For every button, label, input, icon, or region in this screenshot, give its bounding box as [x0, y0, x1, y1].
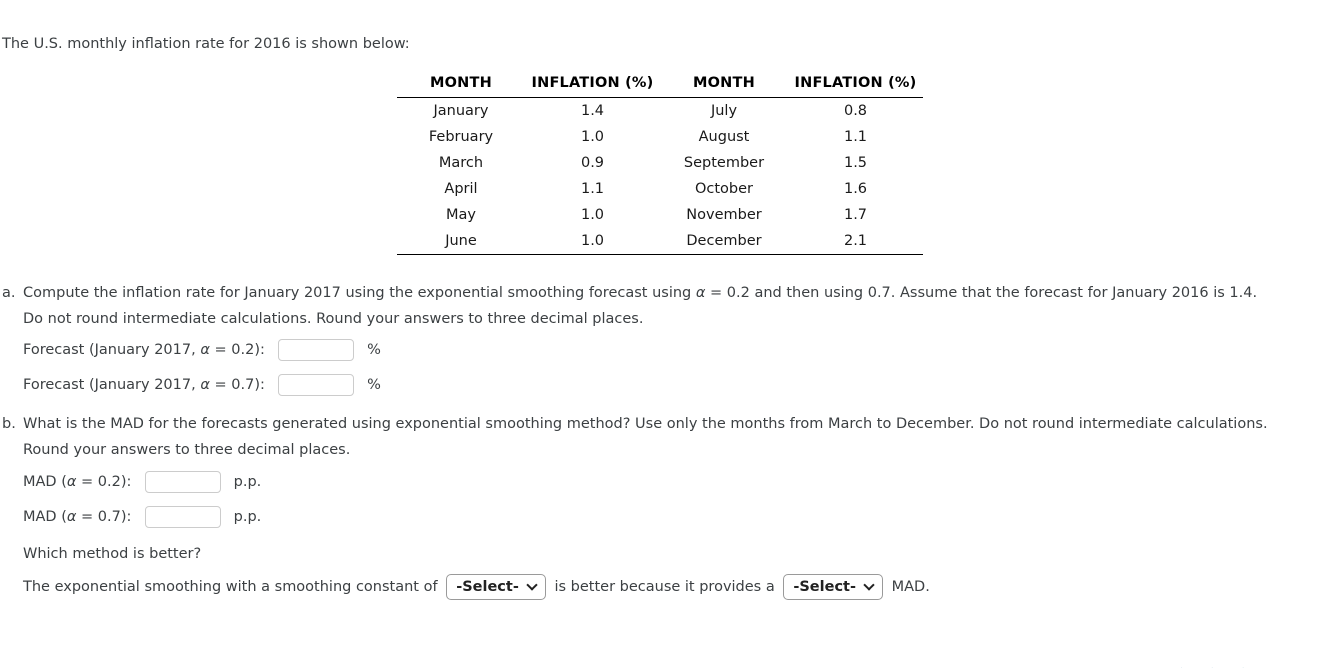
cell-inflation-2: 1.5 [843, 155, 868, 171]
mad-row-alpha-02: MAD (α = 0.2): p.p. [23, 469, 261, 495]
forecast-label-pre-2: Forecast (January 2017, [23, 377, 201, 393]
mad-unit-1: p.p. [233, 474, 262, 490]
conclusion-text-mid: is better because it provides a [554, 579, 775, 595]
which-method-question: Which method is better? [23, 546, 202, 562]
forecast-label-pre-1: Forecast (January 2017, [23, 342, 201, 358]
mad-row-alpha-07: MAD (α = 0.7): p.p. [23, 504, 261, 530]
cell-month-1: May [446, 207, 476, 223]
column-header-month-1: MONTH [430, 75, 492, 91]
select-smoothing-constant-value: -Select- [456, 579, 519, 595]
conclusion-row: The exponential smoothing with a smoothi… [23, 573, 930, 601]
cell-month-2: October [694, 181, 754, 197]
select-mad-comparison-value: -Select- [793, 579, 856, 595]
mad-unit-2: p.p. [233, 509, 262, 525]
question-a-marker: a. [2, 285, 16, 301]
table-row: February 1.0 August 1.1 [397, 124, 923, 150]
cell-inflation-2: 1.6 [843, 181, 868, 197]
forecast-row-alpha-02: Forecast (January 2017, α = 0.2): % [23, 337, 381, 363]
question-a-text-line2: Do not round intermediate calculations. … [23, 311, 644, 327]
cell-month-2: September [683, 155, 765, 171]
cell-inflation-1: 1.0 [580, 129, 605, 145]
cell-inflation-1: 1.4 [580, 103, 605, 119]
mad-input-alpha-07[interactable] [145, 506, 222, 528]
table-header: MONTH INFLATION (%) MONTH INFLATION (%) [397, 75, 923, 98]
cell-month-2: July [710, 103, 738, 119]
mad-label-post-1: = 0.2): [76, 474, 132, 490]
column-header-inflation-1: INFLATION (%) [531, 75, 654, 91]
conclusion-text-pre: The exponential smoothing with a smoothi… [23, 579, 438, 595]
forecast-input-alpha-07[interactable] [278, 374, 355, 396]
conclusion-text-post: MAD. [891, 579, 930, 595]
question-a-text-part2: = 0.2 and then using 0.7. Assume that th… [705, 285, 1258, 301]
alpha-symbol: α [66, 509, 77, 525]
mad-label-pre-2: MAD ( [23, 509, 67, 525]
table-row: May 1.0 November 1.7 [397, 202, 923, 228]
forecast-unit-2: % [367, 377, 381, 393]
alpha-symbol: α [200, 377, 210, 393]
question-b: b. What is the MAD for the forecasts gene… [2, 411, 1323, 463]
mad-label-pre-1: MAD ( [23, 474, 67, 490]
mad-label-alpha-02: MAD (α = 0.2): [23, 469, 131, 495]
question-a: a. Compute the inflation rate for January… [2, 280, 1323, 332]
question-b-text-line2: Round your answers to three decimal plac… [23, 442, 351, 458]
table-row: April 1.1 October 1.6 [397, 176, 923, 202]
column-header-inflation-2: INFLATION (%) [794, 75, 917, 91]
select-smoothing-constant[interactable]: -Select- [446, 574, 546, 600]
cell-month-1: January [433, 103, 489, 119]
forecast-label-alpha-02: Forecast (January 2017, α = 0.2): [23, 337, 265, 363]
table-header-row: MONTH INFLATION (%) MONTH INFLATION (%) [397, 75, 923, 98]
cell-inflation-1: 1.1 [580, 181, 605, 197]
cell-inflation-2: 2.1 [843, 233, 868, 249]
inflation-table: MONTH INFLATION (%) MONTH INFLATION (%) … [397, 75, 923, 255]
cell-month-2: August [698, 129, 750, 145]
alpha-symbol: α [695, 285, 706, 301]
question-b-text-line1: What is the MAD for the forecasts genera… [23, 416, 1268, 432]
mad-label-alpha-07: MAD (α = 0.7): [23, 504, 131, 530]
column-header-month-2: MONTH [693, 75, 755, 91]
cell-inflation-1: 1.0 [580, 207, 605, 223]
mad-label-post-2: = 0.7): [76, 509, 132, 525]
forecast-input-alpha-02[interactable] [278, 339, 355, 361]
question-a-line-2: Do not round intermediate calculations. … [2, 306, 1323, 332]
table-body: January 1.4 July 0.8 February 1.0 August… [397, 98, 923, 255]
table-row: March 0.9 September 1.5 [397, 150, 923, 176]
cell-month-1: February [428, 129, 494, 145]
question-a-line-1: a. Compute the inflation rate for January… [2, 280, 1323, 306]
table-row: June 1.0 December 2.1 [397, 228, 923, 255]
inflation-table-wrapper: MONTH INFLATION (%) MONTH INFLATION (%) … [397, 75, 923, 255]
chevron-down-icon [528, 581, 537, 590]
cell-inflation-1: 0.9 [580, 155, 605, 171]
question-b-line-2: Round your answers to three decimal plac… [2, 437, 1323, 463]
cell-month-2: November [686, 207, 762, 223]
cell-month-1: June [445, 233, 477, 249]
alpha-symbol: α [66, 474, 77, 490]
cell-inflation-2: 1.7 [843, 207, 868, 223]
forecast-label-alpha-07: Forecast (January 2017, α = 0.7): [23, 372, 265, 398]
forecast-row-alpha-07: Forecast (January 2017, α = 0.7): % [23, 372, 381, 398]
question-a-text-part1: Compute the inflation rate for January 2… [23, 285, 696, 301]
question-b-line-1: b. What is the MAD for the forecasts gene… [2, 411, 1323, 437]
intro-text: The U.S. monthly inflation rate for 2016… [2, 36, 410, 52]
page-bottom-cutoff: ... [1180, 662, 1273, 668]
chevron-down-icon [865, 581, 874, 590]
cell-inflation-2: 0.8 [843, 103, 868, 119]
cell-inflation-2: 1.1 [843, 129, 868, 145]
cell-month-1: April [444, 181, 478, 197]
cell-month-1: March [438, 155, 484, 171]
forecast-label-post-1: = 0.2): [209, 342, 265, 358]
mad-input-alpha-02[interactable] [145, 471, 222, 493]
cell-month-2: December [686, 233, 762, 249]
select-mad-comparison[interactable]: -Select- [783, 574, 883, 600]
forecast-label-post-2: = 0.7): [209, 377, 265, 393]
table-row: January 1.4 July 0.8 [397, 98, 923, 125]
forecast-unit-1: % [367, 342, 381, 358]
cell-inflation-1: 1.0 [580, 233, 605, 249]
alpha-symbol: α [200, 342, 210, 358]
question-b-marker: b. [2, 416, 16, 432]
